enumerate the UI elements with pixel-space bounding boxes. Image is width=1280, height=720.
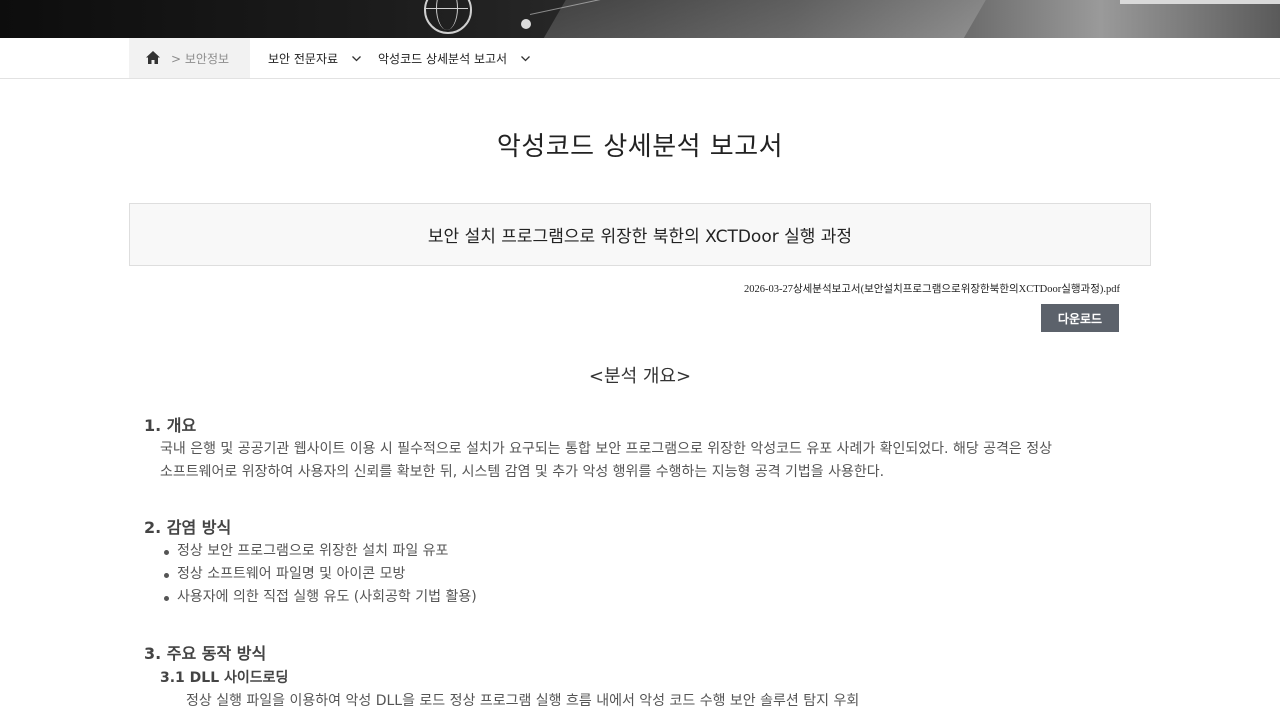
list-item: 사용자에 의한 직접 실행 유도 (사회공학 기법 활용) xyxy=(160,586,477,609)
dropdown-security-materials[interactable]: 보안 전문자료 xyxy=(268,50,362,67)
analysis-overview-heading: <분석 개요> xyxy=(588,366,692,387)
dropdown-malware-reports-label[interactable]: 악성코드 상세분석 보고서 xyxy=(378,50,507,67)
banner-laptop-graphic xyxy=(536,0,1004,38)
section-3-1-text: 정상 실행 파일을 이용하여 악성 DLL을 로드 정상 프로그램 실행 흐름 … xyxy=(186,693,860,709)
home-icon[interactable] xyxy=(146,51,160,64)
list-item: 정상 보안 프로그램으로 위장한 설치 파일 유포 xyxy=(160,540,477,563)
section-3-1-title: 3.1 DLL 사이드로딩 xyxy=(160,670,289,686)
banner-highlight-bar xyxy=(1120,0,1280,4)
list-item: 정상 소프트웨어 파일명 및 아이콘 모방 xyxy=(160,563,477,586)
attachment-file-link[interactable]: 2026-03-27상세분석보고서(보안설치프로그램으로위장한북한의XCTDoo… xyxy=(744,281,1120,296)
globe-icon xyxy=(424,0,472,34)
section-1-line-2: 소프트웨어로 위장하여 사용자의 신뢰를 확보한 뒤, 시스템 감염 및 추가 … xyxy=(160,464,885,480)
top-banner-image xyxy=(0,0,1280,38)
section-1-title: 1. 개요 xyxy=(144,416,197,435)
download-button[interactable]: 다운로드 xyxy=(1041,304,1119,332)
breadcrumb-nav: > 보안정보 보안 전문자료 악성코드 상세분석 보고서 xyxy=(0,38,1280,79)
chevron-down-icon[interactable] xyxy=(521,55,531,62)
section-2-title: 2. 감염 방식 xyxy=(144,518,232,537)
section-1-text: 국내 은행 및 공공기관 웹사이트 이용 시 필수적으로 설치가 요구되는 통합… xyxy=(160,438,1080,484)
dropdown-security-materials-label[interactable]: 보안 전문자료 xyxy=(268,50,338,67)
dropdown-malware-reports[interactable]: 악성코드 상세분석 보고서 xyxy=(378,50,531,67)
report-subtitle-box: 보안 설치 프로그램으로 위장한 북한의 XCTDoor 실행 과정 xyxy=(129,203,1151,266)
breadcrumb-security-info[interactable]: > 보안정보 xyxy=(171,50,229,67)
section-1-line-1: 국내 은행 및 공공기관 웹사이트 이용 시 필수적으로 설치가 요구되는 통합… xyxy=(160,441,1053,457)
chevron-down-icon[interactable] xyxy=(352,55,362,62)
report-subtitle: 보안 설치 프로그램으로 위장한 북한의 XCTDoor 실행 과정 xyxy=(427,227,853,247)
section-3-title: 3. 주요 동작 방식 xyxy=(144,644,267,663)
banner-network-dot xyxy=(521,19,531,29)
section-2-list: 정상 보안 프로그램으로 위장한 설치 파일 유포 정상 소프트웨어 파일명 및… xyxy=(160,540,477,609)
page-title: 악성코드 상세분석 보고서 xyxy=(496,132,784,162)
breadcrumb-home[interactable]: > 보안정보 xyxy=(129,38,250,78)
